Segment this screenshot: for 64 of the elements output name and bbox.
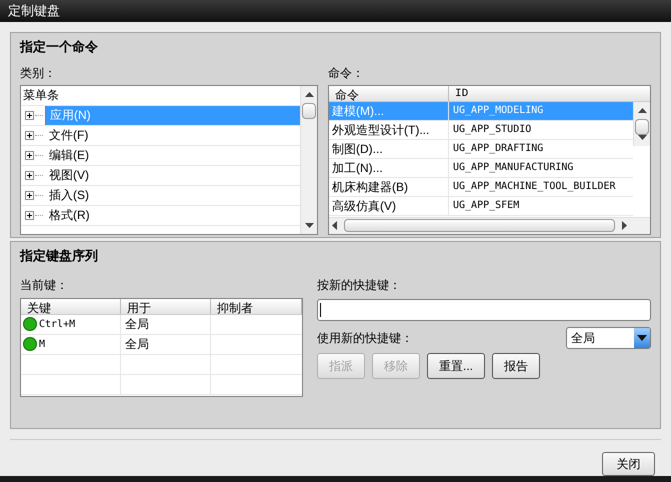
- window-title: 定制键盘: [8, 2, 60, 20]
- tree-item[interactable]: 视图(V): [45, 166, 300, 184]
- table-cell-text: UG_APP_MANUFACTURING: [452, 161, 574, 175]
- status-dot-icon: [23, 337, 37, 351]
- table-cell: 外观造型设计(T)...: [329, 120, 449, 138]
- table-cell: 机床构建器(B): [329, 178, 449, 196]
- expand-icon[interactable]: [25, 130, 34, 140]
- current-keys-label: 当前键：: [20, 276, 69, 294]
- table-row[interactable]: 高级仿真(V) UG_APP_SFEM: [329, 196, 633, 216]
- new-shortcut-label: 按新的快捷键：: [317, 276, 402, 294]
- scroll-up-icon[interactable]: [304, 92, 314, 96]
- expand-icon[interactable]: [25, 110, 34, 120]
- table-cell-text: M: [39, 338, 46, 352]
- table-cell: 加工(N)...: [329, 158, 449, 176]
- table-cell: 建模(M)...: [329, 102, 449, 120]
- table-cell-text: UG_APP_MODELING: [452, 104, 544, 118]
- tree-item[interactable]: 编辑(E): [45, 146, 300, 164]
- table-row[interactable]: 机床构建器(B) UG_APP_MACHINE_TOOL_BUILDER: [329, 178, 633, 196]
- section-title: 指定键盘序列: [20, 247, 99, 265]
- close-button[interactable]: 关闭: [602, 452, 655, 476]
- scroll-up-icon[interactable]: [638, 108, 646, 112]
- scrollbar-thumb[interactable]: [302, 102, 316, 118]
- expand-icon[interactable]: [25, 210, 34, 220]
- action-button[interactable]: 报告: [492, 352, 540, 378]
- vertical-scrollbar[interactable]: [300, 86, 317, 234]
- table-cell-text: 全局: [125, 336, 149, 353]
- tree-item[interactable]: 格式(R): [45, 206, 300, 224]
- action-button[interactable]: 重置...: [427, 352, 486, 378]
- vertical-scrollbar[interactable]: [633, 102, 650, 146]
- scrollbar-thumb[interactable]: [344, 219, 615, 232]
- use-new-label: 使用新的快捷键：: [317, 330, 413, 346]
- table-row[interactable]: 加工(N)... UG_APP_MANUFACTURING: [329, 158, 633, 178]
- table-cell-text: 全局: [125, 316, 149, 333]
- expand-icon[interactable]: [25, 150, 34, 160]
- column-header[interactable]: 关键: [21, 298, 121, 314]
- column-header[interactable]: 用于: [121, 298, 211, 314]
- table-row[interactable]: 外观造型设计(T)... UG_APP_STUDIO: [329, 120, 633, 140]
- category-label: 类别：: [20, 64, 57, 82]
- shortcut-input-field[interactable]: [317, 298, 651, 320]
- tree-item[interactable]: 文件(F): [45, 126, 300, 144]
- scope-dropdown[interactable]: 全局: [566, 326, 651, 348]
- table-cell: 高级仿真(V): [329, 196, 449, 214]
- table-cell-text: UG_APP_MACHINE_TOOL_BUILDER: [452, 180, 617, 194]
- dropdown-caret-icon: [637, 334, 647, 340]
- scroll-down-icon[interactable]: [304, 222, 314, 228]
- expand-icon[interactable]: [25, 170, 34, 180]
- scroll-right-icon[interactable]: [622, 221, 627, 230]
- command-label: 命令：: [328, 64, 365, 82]
- section-title: 指定一个命令: [20, 38, 99, 56]
- scroll-left-icon[interactable]: [332, 221, 337, 230]
- expand-icon[interactable]: [25, 190, 34, 200]
- table-cell: 制图(D)...: [329, 140, 449, 158]
- table-row[interactable]: 制图(D)... UG_APP_DRAFTING: [329, 140, 633, 158]
- status-dot-icon: [23, 317, 37, 331]
- table-cell-text: UG_APP_STUDIO: [452, 123, 532, 137]
- tree-item[interactable]: 插入(S): [45, 186, 300, 204]
- scrollbar-thumb[interactable]: [635, 118, 649, 134]
- column-header[interactable]: ID: [449, 86, 633, 100]
- horizontal-scrollbar[interactable]: [329, 216, 650, 234]
- table-cell-text: UG_APP_DRAFTING: [452, 142, 544, 156]
- column-header[interactable]: 抑制者: [211, 298, 302, 314]
- table-cell-text: UG_APP_SFEM: [452, 199, 520, 213]
- column-header[interactable]: 命令: [329, 86, 449, 100]
- table-cell-text: Ctrl+M: [39, 318, 76, 332]
